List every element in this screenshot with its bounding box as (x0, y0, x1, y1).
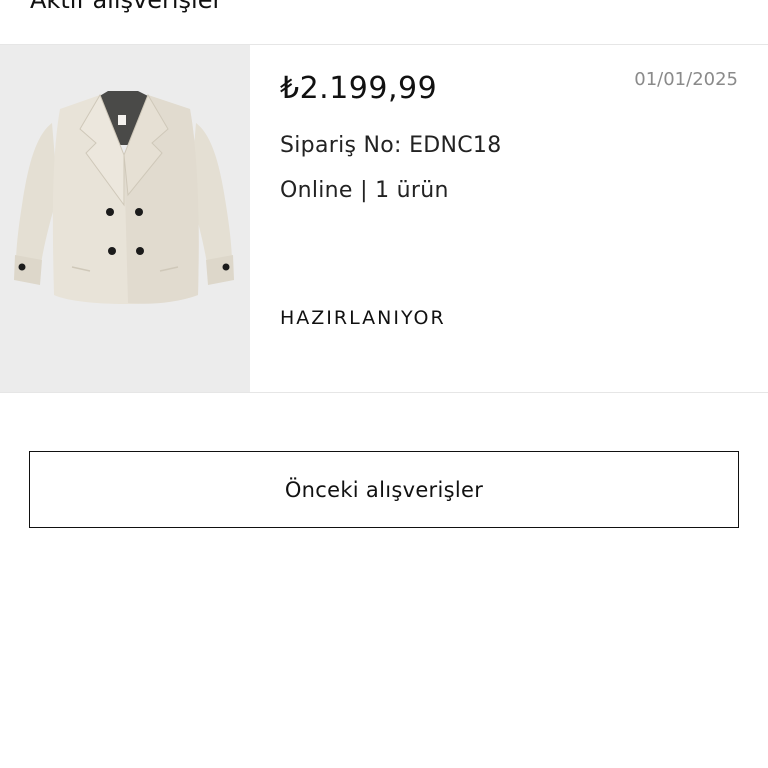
previous-orders-button[interactable]: Önceki alışverişler (29, 451, 739, 528)
order-date: 01/01/2025 (634, 69, 738, 90)
order-price: ₺2.199,99 (280, 71, 438, 106)
orders-page: Aktif alışverişler ₺2.199,99 01/01/2025 … (0, 0, 768, 768)
product-thumbnail[interactable] (0, 45, 250, 392)
coat-product-image (14, 91, 234, 304)
order-meta-row: Online | 1 ürün (280, 178, 449, 203)
order-number-row: Sipariş No: EDNC18 (280, 133, 502, 158)
order-number-value: EDNC18 (409, 133, 502, 158)
order-channel: Online (280, 178, 353, 203)
section-title-active-orders: Aktif alışverişler (30, 0, 223, 14)
order-item-count: 1 ürün (375, 178, 449, 203)
order-card[interactable]: ₺2.199,99 01/01/2025 Sipariş No: EDNC18 … (0, 44, 768, 393)
order-status: HAZIRLANIYOR (280, 307, 446, 329)
meta-separator: | (360, 178, 368, 203)
order-number-label: Sipariş No: (280, 133, 402, 158)
